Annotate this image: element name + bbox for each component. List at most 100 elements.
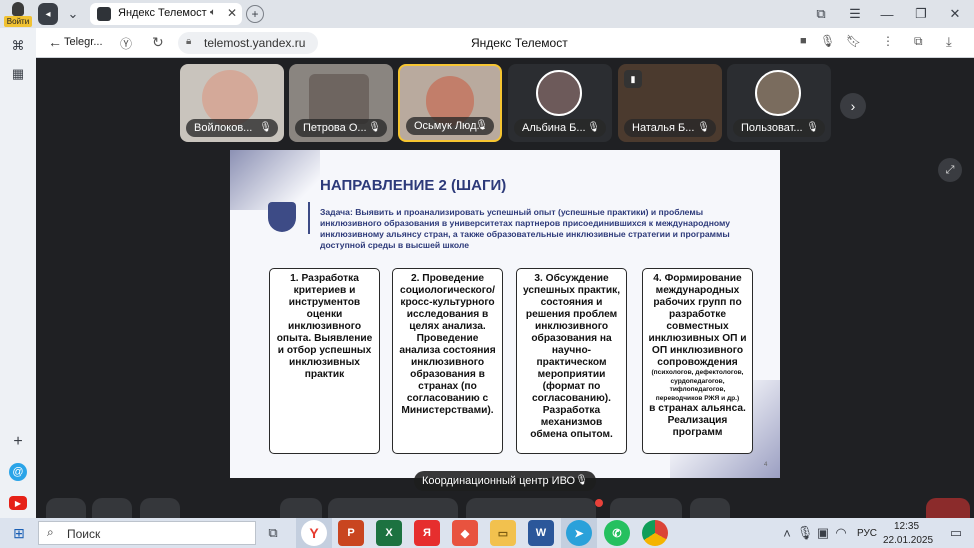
step-small-text: (психологов, дефектологов, сурдопедагого… bbox=[651, 369, 744, 402]
telegram-icon[interactable]: ➤ bbox=[566, 520, 592, 546]
tray-expand-icon[interactable]: ˄ bbox=[780, 524, 794, 542]
chrome-icon[interactable] bbox=[642, 520, 668, 546]
slide-title: НАПРАВЛЕНИЕ 2 (ШАГИ) bbox=[320, 177, 507, 194]
participant-name: Войлоков... 🎙︎ bbox=[186, 119, 278, 137]
step-main-text: 4. Формирование международных рабочих гр… bbox=[648, 273, 747, 368]
control-button[interactable] bbox=[466, 498, 596, 518]
pinned-tab[interactable]: ◂ bbox=[38, 3, 58, 25]
browser-sidebar: ⌘ ▦ + @ ▶ bbox=[0, 28, 36, 518]
step-card: 2. Проведение социологического/ кросс-ку… bbox=[392, 268, 503, 454]
mic-muted-icon: 🎙︎ bbox=[259, 122, 272, 133]
youtube-icon[interactable]: ▶ bbox=[9, 496, 27, 510]
new-tab-icon[interactable]: + bbox=[246, 5, 264, 23]
mic-muted-icon: 🎙︎ bbox=[475, 120, 488, 131]
yandex-icon[interactable]: Я bbox=[414, 520, 440, 546]
slide-page-number: 4 bbox=[764, 462, 768, 468]
tabs-dropdown-icon[interactable]: ⌄ bbox=[64, 5, 82, 23]
bookmark-icon[interactable]: 🔖︎ bbox=[846, 34, 861, 48]
search-box[interactable]: ⌕ Поиск bbox=[38, 521, 256, 545]
excel-icon[interactable]: X bbox=[376, 520, 402, 546]
reload-icon[interactable]: ↻ bbox=[152, 34, 164, 51]
slide-task-text: Задача: Выявить и проанализировать успеш… bbox=[320, 207, 731, 250]
add-icon[interactable]: + bbox=[8, 432, 28, 452]
search-icon: ⌕ bbox=[47, 525, 54, 539]
yandex-protect-icon[interactable]: Ⓨ bbox=[120, 35, 132, 52]
mail-icon[interactable]: @ bbox=[9, 463, 27, 481]
participant-tile[interactable]: Пользоват... 🎙︎ bbox=[727, 64, 831, 142]
mic-muted-icon: 🎙︎ bbox=[806, 122, 819, 133]
signal-icon: ▮ bbox=[624, 70, 642, 88]
tab-title: Яндекс Телемост bbox=[118, 7, 207, 19]
task-view-icon[interactable]: ⧉ bbox=[264, 524, 282, 542]
mic-status-icon[interactable]: 🎙︎ bbox=[820, 34, 835, 48]
minimize-icon[interactable]: — bbox=[878, 5, 896, 23]
wifi-icon[interactable]: ◠ bbox=[834, 524, 848, 542]
control-button[interactable] bbox=[280, 498, 322, 518]
participant-tile[interactable]: Альбина Б... 🎙︎ bbox=[508, 64, 612, 142]
apps-grid-icon[interactable]: ▦ bbox=[8, 64, 28, 84]
participant-video bbox=[202, 70, 258, 126]
close-window-icon[interactable]: ✕ bbox=[946, 5, 964, 23]
user-icon bbox=[12, 2, 24, 16]
login-label: Войти bbox=[4, 16, 32, 27]
lock-icon: 🔒︎ bbox=[186, 36, 192, 47]
url-text: telemost.yandex.ru bbox=[204, 36, 306, 50]
participant-tile-active[interactable]: Осьмук Люд... 🎙︎ bbox=[398, 64, 502, 142]
control-button[interactable] bbox=[610, 498, 682, 518]
powerpoint-icon[interactable]: P bbox=[338, 520, 364, 546]
yandex-browser-icon[interactable]: Y bbox=[301, 520, 327, 546]
tray-app-icon[interactable]: ▣ bbox=[816, 524, 830, 542]
login-button[interactable]: Войти bbox=[4, 1, 32, 27]
next-participants-button[interactable]: › bbox=[840, 93, 866, 119]
mic-muted-icon: 🎙︎ bbox=[575, 475, 588, 486]
maximize-icon[interactable]: ❐ bbox=[912, 5, 930, 23]
presenter-label: Координационный центр ИВО 🎙︎ bbox=[414, 471, 596, 491]
page-title: Яндекс Телемост bbox=[471, 36, 568, 50]
screenshot-icon[interactable]: ⌘ bbox=[8, 36, 28, 56]
coat-of-arms-icon bbox=[268, 202, 296, 232]
back-arrow-icon[interactable]: ← bbox=[48, 34, 62, 50]
participant-video bbox=[309, 74, 369, 124]
more-icon[interactable]: ⋮ bbox=[882, 34, 894, 48]
clock-time[interactable]: 12:35 bbox=[894, 521, 919, 532]
step-card: 4. Формирование международных рабочих гр… bbox=[642, 268, 753, 454]
participant-tile[interactable]: Войлоков... 🎙︎ bbox=[180, 64, 284, 142]
participant-tile[interactable]: ▮ Наталья Б... 🎙︎ bbox=[618, 64, 722, 142]
control-button[interactable] bbox=[92, 498, 132, 518]
back-label[interactable]: Telegr... bbox=[64, 36, 103, 48]
notifications-icon[interactable]: ▭ bbox=[948, 524, 964, 542]
control-button[interactable] bbox=[46, 498, 86, 518]
address-bar: ← Telegr... Ⓨ ↻ 🔒︎ telemost.yandex.ru Ян… bbox=[36, 28, 974, 58]
control-button[interactable] bbox=[328, 498, 458, 518]
file-explorer-icon[interactable]: ▭ bbox=[490, 520, 516, 546]
title-divider bbox=[308, 202, 310, 234]
participant-tile[interactable]: Петрова О... 🎙︎ bbox=[289, 64, 393, 142]
url-field[interactable]: 🔒︎ telemost.yandex.ru bbox=[178, 32, 318, 54]
tab-audio-icon[interactable]: 🔈︎ bbox=[210, 7, 216, 18]
participant-name: Пользоват... 🎙︎ bbox=[733, 119, 825, 137]
windows-start-icon[interactable]: ⊞ bbox=[10, 524, 28, 542]
control-button[interactable] bbox=[140, 498, 180, 518]
participant-name: Осьмук Люд... 🎙︎ bbox=[406, 117, 494, 135]
tab-close-icon[interactable]: ✕ bbox=[227, 6, 237, 20]
collections-icon[interactable]: ⧉ bbox=[914, 34, 923, 49]
fullscreen-icon[interactable]: ⤢ bbox=[938, 158, 962, 182]
word-icon[interactable]: W bbox=[528, 520, 554, 546]
language-indicator[interactable]: РУС bbox=[857, 528, 877, 539]
menu-icon[interactable]: ☰ bbox=[846, 5, 864, 23]
bookmark-tab-icon[interactable]: ⧉ bbox=[812, 5, 830, 23]
avatar bbox=[536, 70, 582, 116]
anydesk-icon[interactable]: ◆ bbox=[452, 520, 478, 546]
downloads-icon[interactable]: ⤓ bbox=[946, 34, 952, 50]
tab-telemost[interactable]: Яндекс Телемост 🔈︎ ✕ bbox=[90, 3, 242, 25]
whatsapp-icon[interactable]: ✆ bbox=[604, 520, 630, 546]
notification-dot bbox=[595, 499, 603, 507]
control-button[interactable] bbox=[690, 498, 730, 518]
step-card: 1. Разработка критериев и инструментов о… bbox=[269, 268, 380, 454]
leave-button[interactable] bbox=[926, 498, 970, 518]
clock-date[interactable]: 22.01.2025 bbox=[883, 535, 933, 546]
tray-mic-icon[interactable]: 🎙︎ bbox=[797, 524, 814, 542]
search-placeholder: Поиск bbox=[67, 527, 101, 541]
camera-status-icon[interactable]: ■ bbox=[800, 35, 807, 47]
step-card: 3. Обсуждение успешных практик, состояни… bbox=[516, 268, 627, 454]
